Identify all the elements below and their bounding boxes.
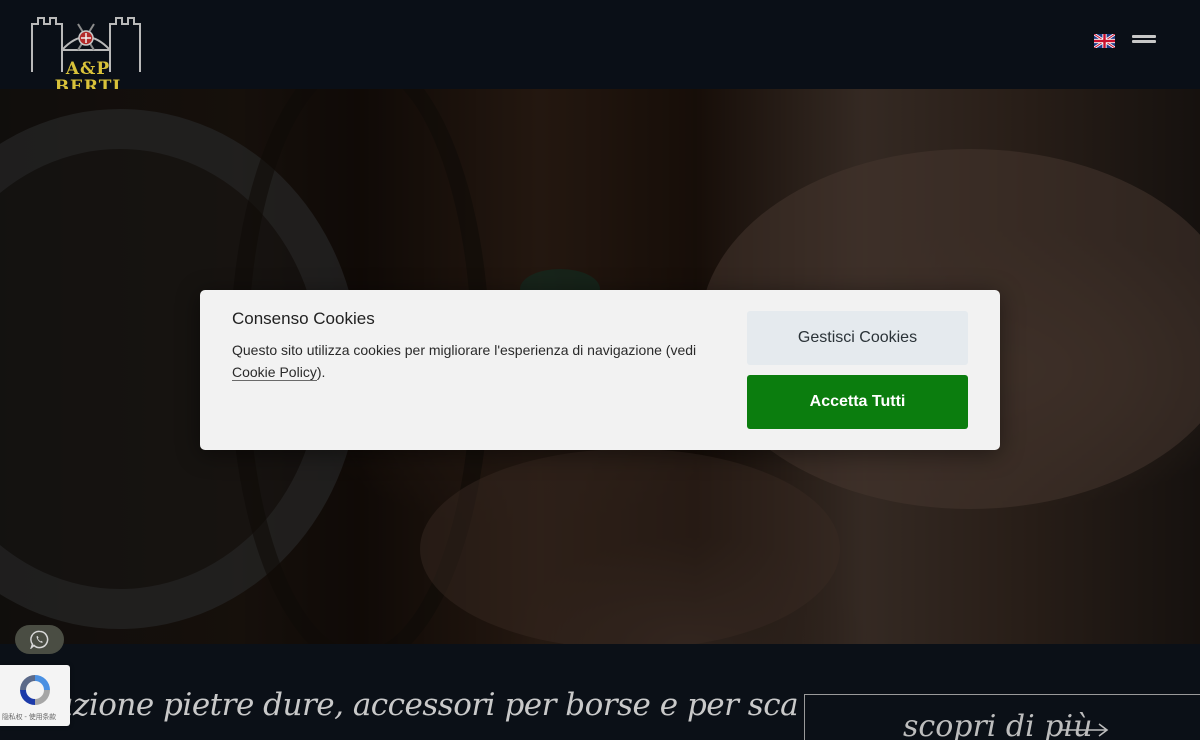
menu-bar-top <box>1132 35 1156 38</box>
arrow-right-icon <box>1061 723 1109 737</box>
cookie-text-after: ). <box>316 363 326 380</box>
discover-more-button[interactable]: scopri di più <box>804 694 1200 740</box>
cookie-consent-dialog: Consenso Cookies Questo sito utilizza co… <box>200 290 1000 450</box>
intro-tagline-text: azione pietre dure, accessori per borse … <box>55 687 800 723</box>
whatsapp-button[interactable] <box>15 625 64 654</box>
accept-all-button[interactable]: Accetta Tutti <box>747 375 968 429</box>
site-logo[interactable]: A&P BERTI <box>28 10 144 96</box>
intro-section: azione pietre dure, accessori per borse … <box>0 644 1200 740</box>
recaptcha-badge[interactable]: 隐私权 - 使用条款 <box>0 665 70 726</box>
uk-flag-icon[interactable] <box>1094 34 1115 48</box>
menu-bar-bottom <box>1132 40 1156 43</box>
site-header: A&P BERTI <box>0 0 1200 96</box>
cookie-text-before: Questo sito utilizza cookies per miglior… <box>232 342 697 358</box>
cookie-dialog-text: Questo sito utilizza cookies per miglior… <box>232 340 702 383</box>
cookie-policy-link[interactable]: Cookie Policy <box>232 363 317 381</box>
recaptcha-links[interactable]: 隐私权 - 使用条款 <box>2 712 70 722</box>
intro-tagline: azione pietre dure, accessori per borse … <box>0 682 800 740</box>
hamburger-menu-icon[interactable] <box>1132 34 1156 46</box>
whatsapp-icon <box>30 630 49 649</box>
cookie-dialog-title: Consenso Cookies <box>232 309 375 328</box>
recaptcha-icon <box>20 675 50 705</box>
manage-cookies-button[interactable]: Gestisci Cookies <box>747 311 968 365</box>
